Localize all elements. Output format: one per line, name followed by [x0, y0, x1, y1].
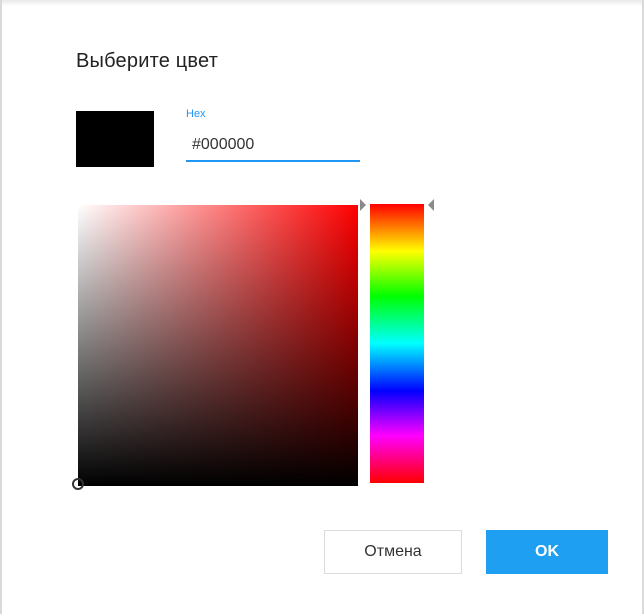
- color-picker-dialog: Выберите цвет Hex Отмена OK: [10, 10, 632, 614]
- hex-label: Hex: [186, 108, 206, 120]
- saturation-value-area[interactable]: [78, 205, 358, 486]
- ok-button[interactable]: OK: [486, 530, 608, 574]
- hue-slider[interactable]: [370, 204, 424, 483]
- page-background: Выберите цвет Hex Отмена OK: [0, 0, 644, 614]
- color-preview-swatch: [76, 111, 154, 167]
- hue-slider-right-arrow-icon[interactable]: [428, 199, 434, 211]
- top-edge: [0, 0, 644, 6]
- cancel-button[interactable]: Отмена: [324, 530, 462, 574]
- hue-slider-left-arrow-icon[interactable]: [360, 199, 366, 211]
- dialog-title: Выберите цвет: [76, 50, 219, 72]
- hex-input[interactable]: [186, 134, 360, 162]
- left-edge: [0, 0, 2, 614]
- saturation-value-handle[interactable]: [72, 478, 84, 490]
